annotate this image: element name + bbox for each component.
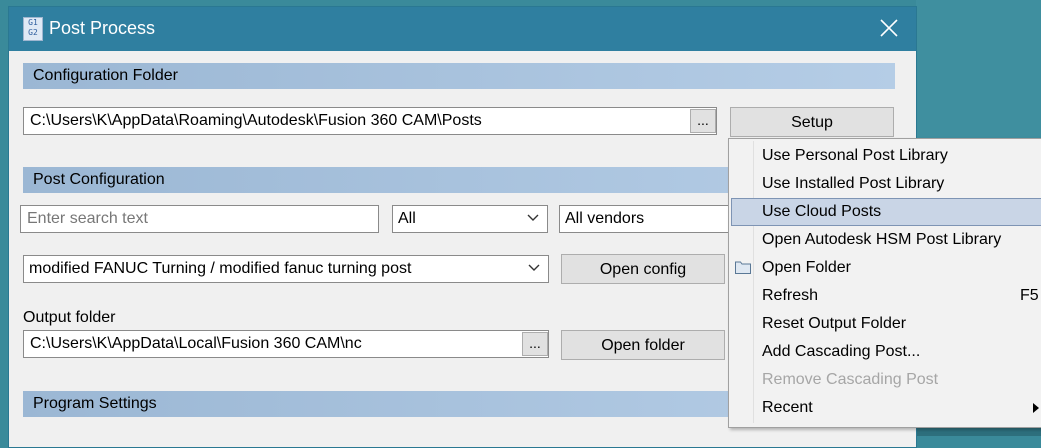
vendors-value: All vendors <box>565 210 645 227</box>
close-button[interactable] <box>871 15 907 43</box>
menu-item-label: Use Cloud Posts <box>762 203 882 220</box>
output-folder-browse-button[interactable]: ... <box>522 332 548 356</box>
chevron-down-icon <box>528 264 540 271</box>
menu-item-use-installed-post-library[interactable]: Use Installed Post Library <box>731 170 1041 198</box>
menu-item-label: Open Folder <box>762 259 851 276</box>
post-select[interactable]: modified FANUC Turning / modified fanuc … <box>23 255 549 283</box>
menu-item-label: Open Autodesk HSM Post Library <box>762 231 1002 248</box>
setup-context-menu: Use Personal Post Library Use Installed … <box>728 138 1041 428</box>
menu-item-label: Use Personal Post Library <box>762 147 948 164</box>
config-folder-browse-button[interactable]: ... <box>690 109 716 133</box>
menu-item-label: Use Installed Post Library <box>762 175 945 192</box>
menu-item-label: Refresh <box>762 287 819 304</box>
menu-item-open-folder[interactable]: Open Folder <box>731 254 1041 282</box>
setup-button[interactable]: Setup <box>730 107 894 137</box>
filter-all-select[interactable]: All <box>392 205 548 233</box>
close-icon <box>880 19 898 37</box>
vendors-select[interactable]: All vendors <box>559 205 739 233</box>
menu-item-reset-output-folder[interactable]: Reset Output Folder <box>731 310 1041 338</box>
open-folder-button[interactable]: Open folder <box>561 330 725 360</box>
menu-item-label: Recent <box>762 399 813 416</box>
menu-item-remove-cascading-post: Remove Cascading Post <box>731 366 1041 394</box>
app-icon: G1 G2 <box>23 17 43 41</box>
post-selected-value: modified FANUC Turning / modified fanuc … <box>29 260 412 277</box>
section-configuration-folder: Configuration Folder <box>23 63 895 89</box>
menu-item-label: Add Cascading Post... <box>762 343 921 360</box>
open-config-button[interactable]: Open config <box>561 254 725 284</box>
menu-item-label: Reset Output Folder <box>762 315 907 332</box>
section-title: Configuration Folder <box>33 67 178 84</box>
menu-item-refresh[interactable]: Refresh F5 <box>731 282 1041 310</box>
titlebar: G1 G2 Post Process <box>9 7 916 51</box>
section-title: Program Settings <box>33 395 157 412</box>
menu-item-shortcut: F5 <box>1020 287 1039 304</box>
filter-all-value: All <box>398 210 416 227</box>
menu-item-use-personal-post-library[interactable]: Use Personal Post Library <box>731 142 1041 170</box>
menu-item-recent[interactable]: Recent <box>731 394 1041 422</box>
menu-item-add-cascading-post[interactable]: Add Cascading Post... <box>731 338 1041 366</box>
folder-icon <box>735 261 751 274</box>
menu-item-label: Remove Cascading Post <box>762 371 939 388</box>
window-title: Post Process <box>49 18 156 38</box>
chevron-down-icon <box>527 214 539 221</box>
output-folder-path-input[interactable]: C:\Users\K\AppData\Local\Fusion 360 CAM\… <box>23 330 549 358</box>
menu-item-open-autodesk-hsm-post-library[interactable]: Open Autodesk HSM Post Library <box>731 226 1041 254</box>
submenu-arrow-icon <box>1033 403 1039 413</box>
output-folder-label: Output folder <box>23 309 116 326</box>
section-title: Post Configuration <box>33 171 165 188</box>
config-folder-path-input[interactable]: C:\Users\K\AppData\Roaming\Autodesk\Fusi… <box>23 107 717 135</box>
search-input[interactable]: Enter search text <box>20 205 379 233</box>
menu-item-use-cloud-posts[interactable]: Use Cloud Posts <box>731 198 1041 226</box>
